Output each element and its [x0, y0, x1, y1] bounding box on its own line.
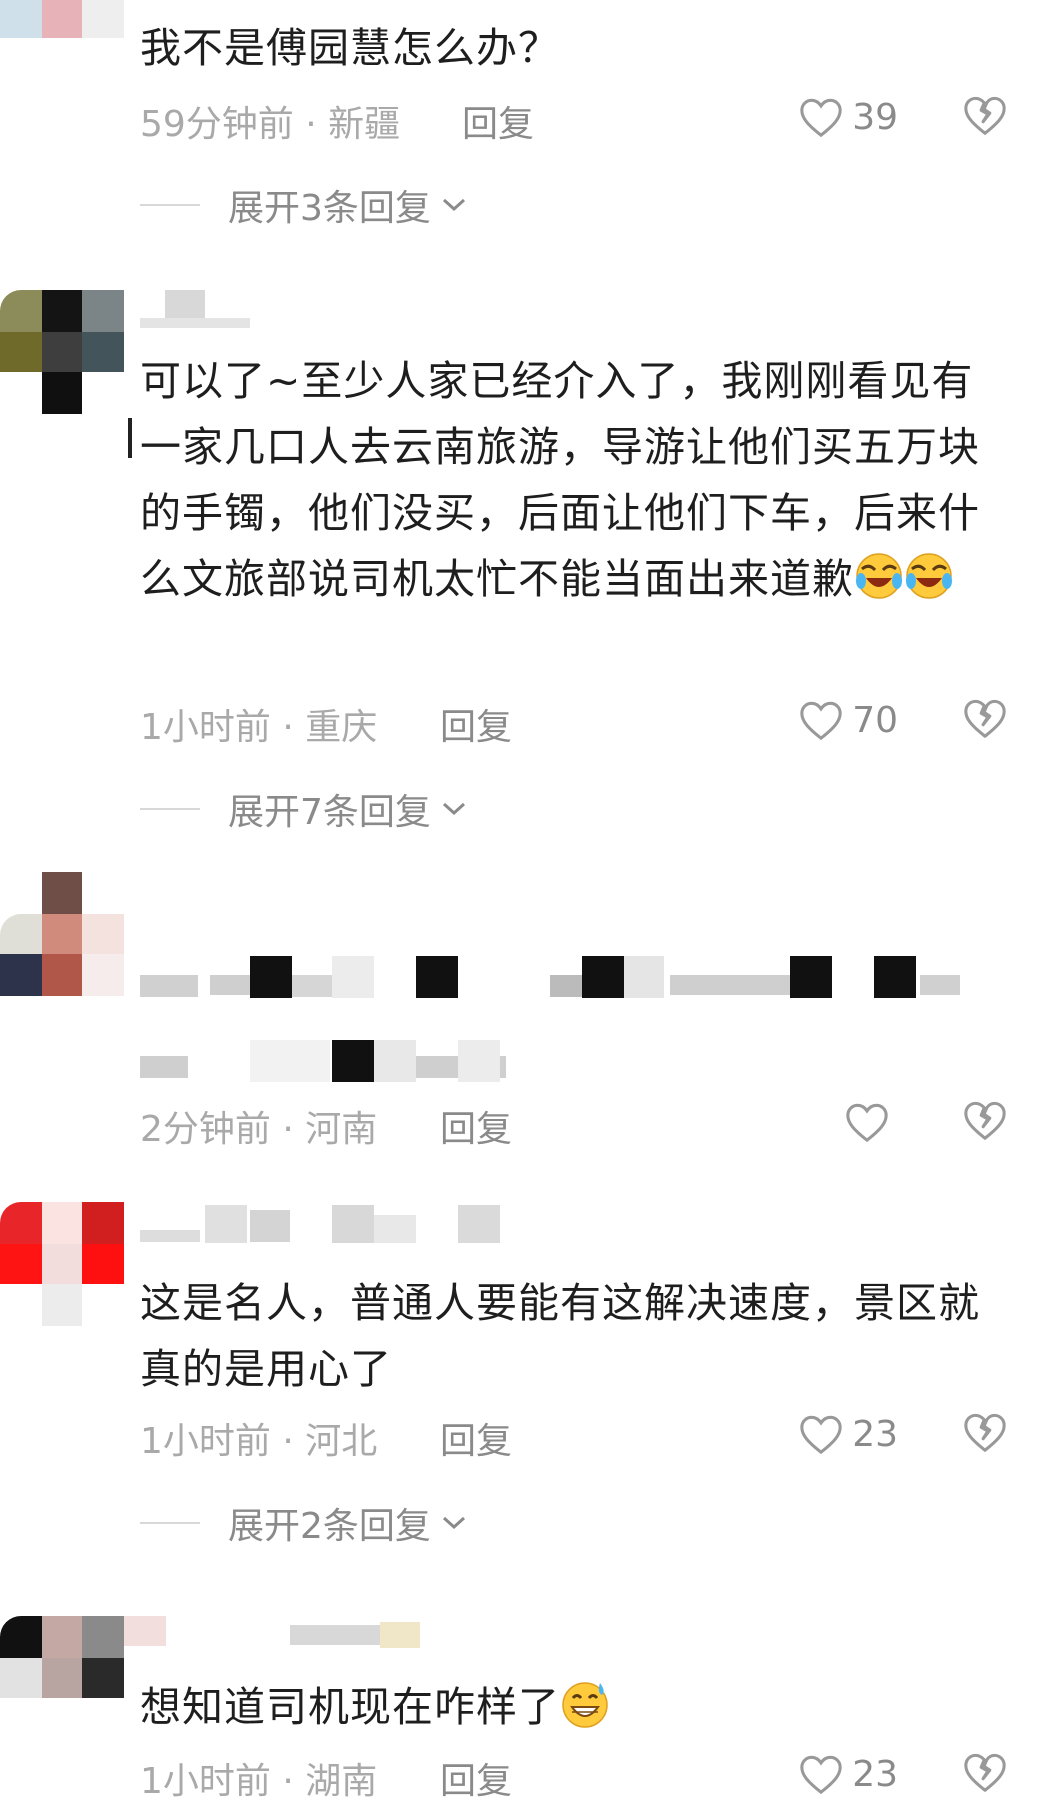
broken-heart-icon	[964, 1753, 1006, 1792]
like-button[interactable]: 23	[798, 1412, 898, 1456]
expand-replies-label: 展开3条回复	[228, 188, 431, 229]
comment-text: 想知道司机现在咋样了	[140, 1674, 1000, 1740]
username-mosaic	[250, 1210, 290, 1242]
divider-line	[140, 204, 200, 206]
username-mosaic	[205, 1205, 247, 1243]
username-mosaic	[140, 318, 250, 328]
expand-replies-button[interactable]: 展开3条回复	[140, 180, 467, 230]
username-mosaic	[332, 1205, 374, 1243]
reply-button[interactable]: 回复	[440, 698, 512, 750]
comment-time-location: 1小时前 · 重庆	[140, 707, 378, 748]
rolling-laughing-emoji	[906, 553, 952, 599]
dislike-button[interactable]	[962, 1750, 1008, 1805]
comment-meta: 1小时前 · 重庆 回复 70	[140, 698, 1008, 748]
comment-text: 我不是傅园慧怎么办？	[140, 24, 560, 72]
username-mosaic	[458, 1205, 500, 1243]
broken-heart-icon	[964, 699, 1006, 738]
reply-button[interactable]: 回复	[440, 1412, 512, 1464]
grinning-sweat-emoji	[562, 1682, 608, 1728]
heart-outline-icon	[800, 1755, 842, 1795]
heart-outline-icon	[800, 98, 842, 138]
like-button[interactable]: 39	[798, 95, 898, 139]
comment-meta: 2分钟前 · 河南 回复	[140, 1100, 1008, 1150]
username-mosaic	[290, 1625, 380, 1645]
chevron-down-icon	[442, 198, 465, 212]
text-mosaic	[624, 956, 664, 998]
avatar[interactable]	[0, 1202, 124, 1326]
text-mosaic	[374, 1040, 416, 1082]
avatar[interactable]	[0, 872, 124, 996]
reply-button[interactable]: 回复	[440, 1752, 512, 1804]
avatar[interactable]	[0, 0, 124, 38]
text-mosaic	[140, 975, 198, 997]
comment-text-content: 想知道司机现在咋样了	[140, 1683, 560, 1731]
heart-outline-icon	[846, 1103, 888, 1143]
text-mosaic	[250, 1040, 330, 1082]
broken-heart-icon	[964, 1101, 1006, 1140]
divider-line	[140, 1522, 200, 1524]
dislike-button[interactable]	[962, 696, 1008, 751]
text-mosaic	[874, 956, 916, 998]
reply-button[interactable]: 回复	[440, 1100, 512, 1152]
username-mosaic	[124, 1616, 166, 1646]
comment-time-location: 2分钟前 · 河南	[140, 1109, 378, 1150]
avatar[interactable]	[0, 290, 124, 414]
text-mosaic	[332, 1040, 374, 1082]
text-mosaic	[920, 975, 960, 995]
text-mosaic	[458, 1040, 500, 1082]
comment-time-location: 1小时前 · 河北	[140, 1421, 378, 1462]
expand-replies-label: 展开7条回复	[228, 792, 431, 833]
comment-text: 可以了~至少人家已经介入了，我刚刚看见有一家几口人去云南旅游，导游让他们买五万块…	[140, 348, 1000, 612]
rolling-laughing-emoji	[856, 553, 902, 599]
like-button[interactable]: 23	[798, 1752, 898, 1796]
like-button[interactable]: 70	[798, 698, 898, 742]
comment-meta: 1小时前 · 湖南 回复 23	[140, 1752, 1008, 1802]
comment-time-location: 59分钟前 · 新疆	[140, 104, 401, 145]
text-mosaic	[250, 956, 292, 998]
like-button[interactable]	[844, 1100, 898, 1144]
heart-outline-icon	[800, 1415, 842, 1455]
like-count: 39	[852, 96, 898, 138]
comment-text: 这是名人，普通人要能有这解决速度，景区就真的是用心了	[140, 1279, 980, 1393]
expand-replies-button[interactable]: 展开7条回复	[140, 784, 467, 834]
dislike-button[interactable]	[962, 93, 1008, 148]
username-mosaic	[140, 1230, 200, 1242]
comment-meta: 1小时前 · 河北 回复 23	[140, 1412, 1008, 1462]
broken-heart-icon	[964, 96, 1006, 135]
expand-replies-button[interactable]: 展开2条回复	[140, 1498, 467, 1548]
like-count: 23	[852, 1753, 898, 1795]
like-count: 23	[852, 1413, 898, 1455]
comment-meta: 59分钟前 · 新疆 回复 39	[140, 95, 1008, 145]
cursor-mark	[128, 418, 132, 458]
username-mosaic	[374, 1215, 416, 1243]
chevron-down-icon	[442, 1516, 465, 1530]
text-mosaic	[416, 956, 458, 998]
text-mosaic	[210, 975, 255, 995]
heart-outline-icon	[800, 701, 842, 741]
text-mosaic	[582, 956, 624, 998]
expand-replies-label: 展开2条回复	[228, 1506, 431, 1547]
divider-line	[140, 808, 200, 810]
username-mosaic	[380, 1622, 420, 1648]
text-mosaic	[332, 956, 374, 998]
comment-time-location: 1小时前 · 湖南	[140, 1761, 378, 1802]
broken-heart-icon	[964, 1413, 1006, 1452]
like-count: 70	[852, 699, 898, 741]
avatar[interactable]	[0, 1616, 124, 1740]
dislike-button[interactable]	[962, 1410, 1008, 1465]
text-mosaic	[140, 1056, 188, 1078]
reply-button[interactable]: 回复	[462, 95, 534, 147]
chevron-down-icon	[442, 802, 465, 816]
text-mosaic	[790, 956, 832, 998]
dislike-button[interactable]	[962, 1098, 1008, 1153]
